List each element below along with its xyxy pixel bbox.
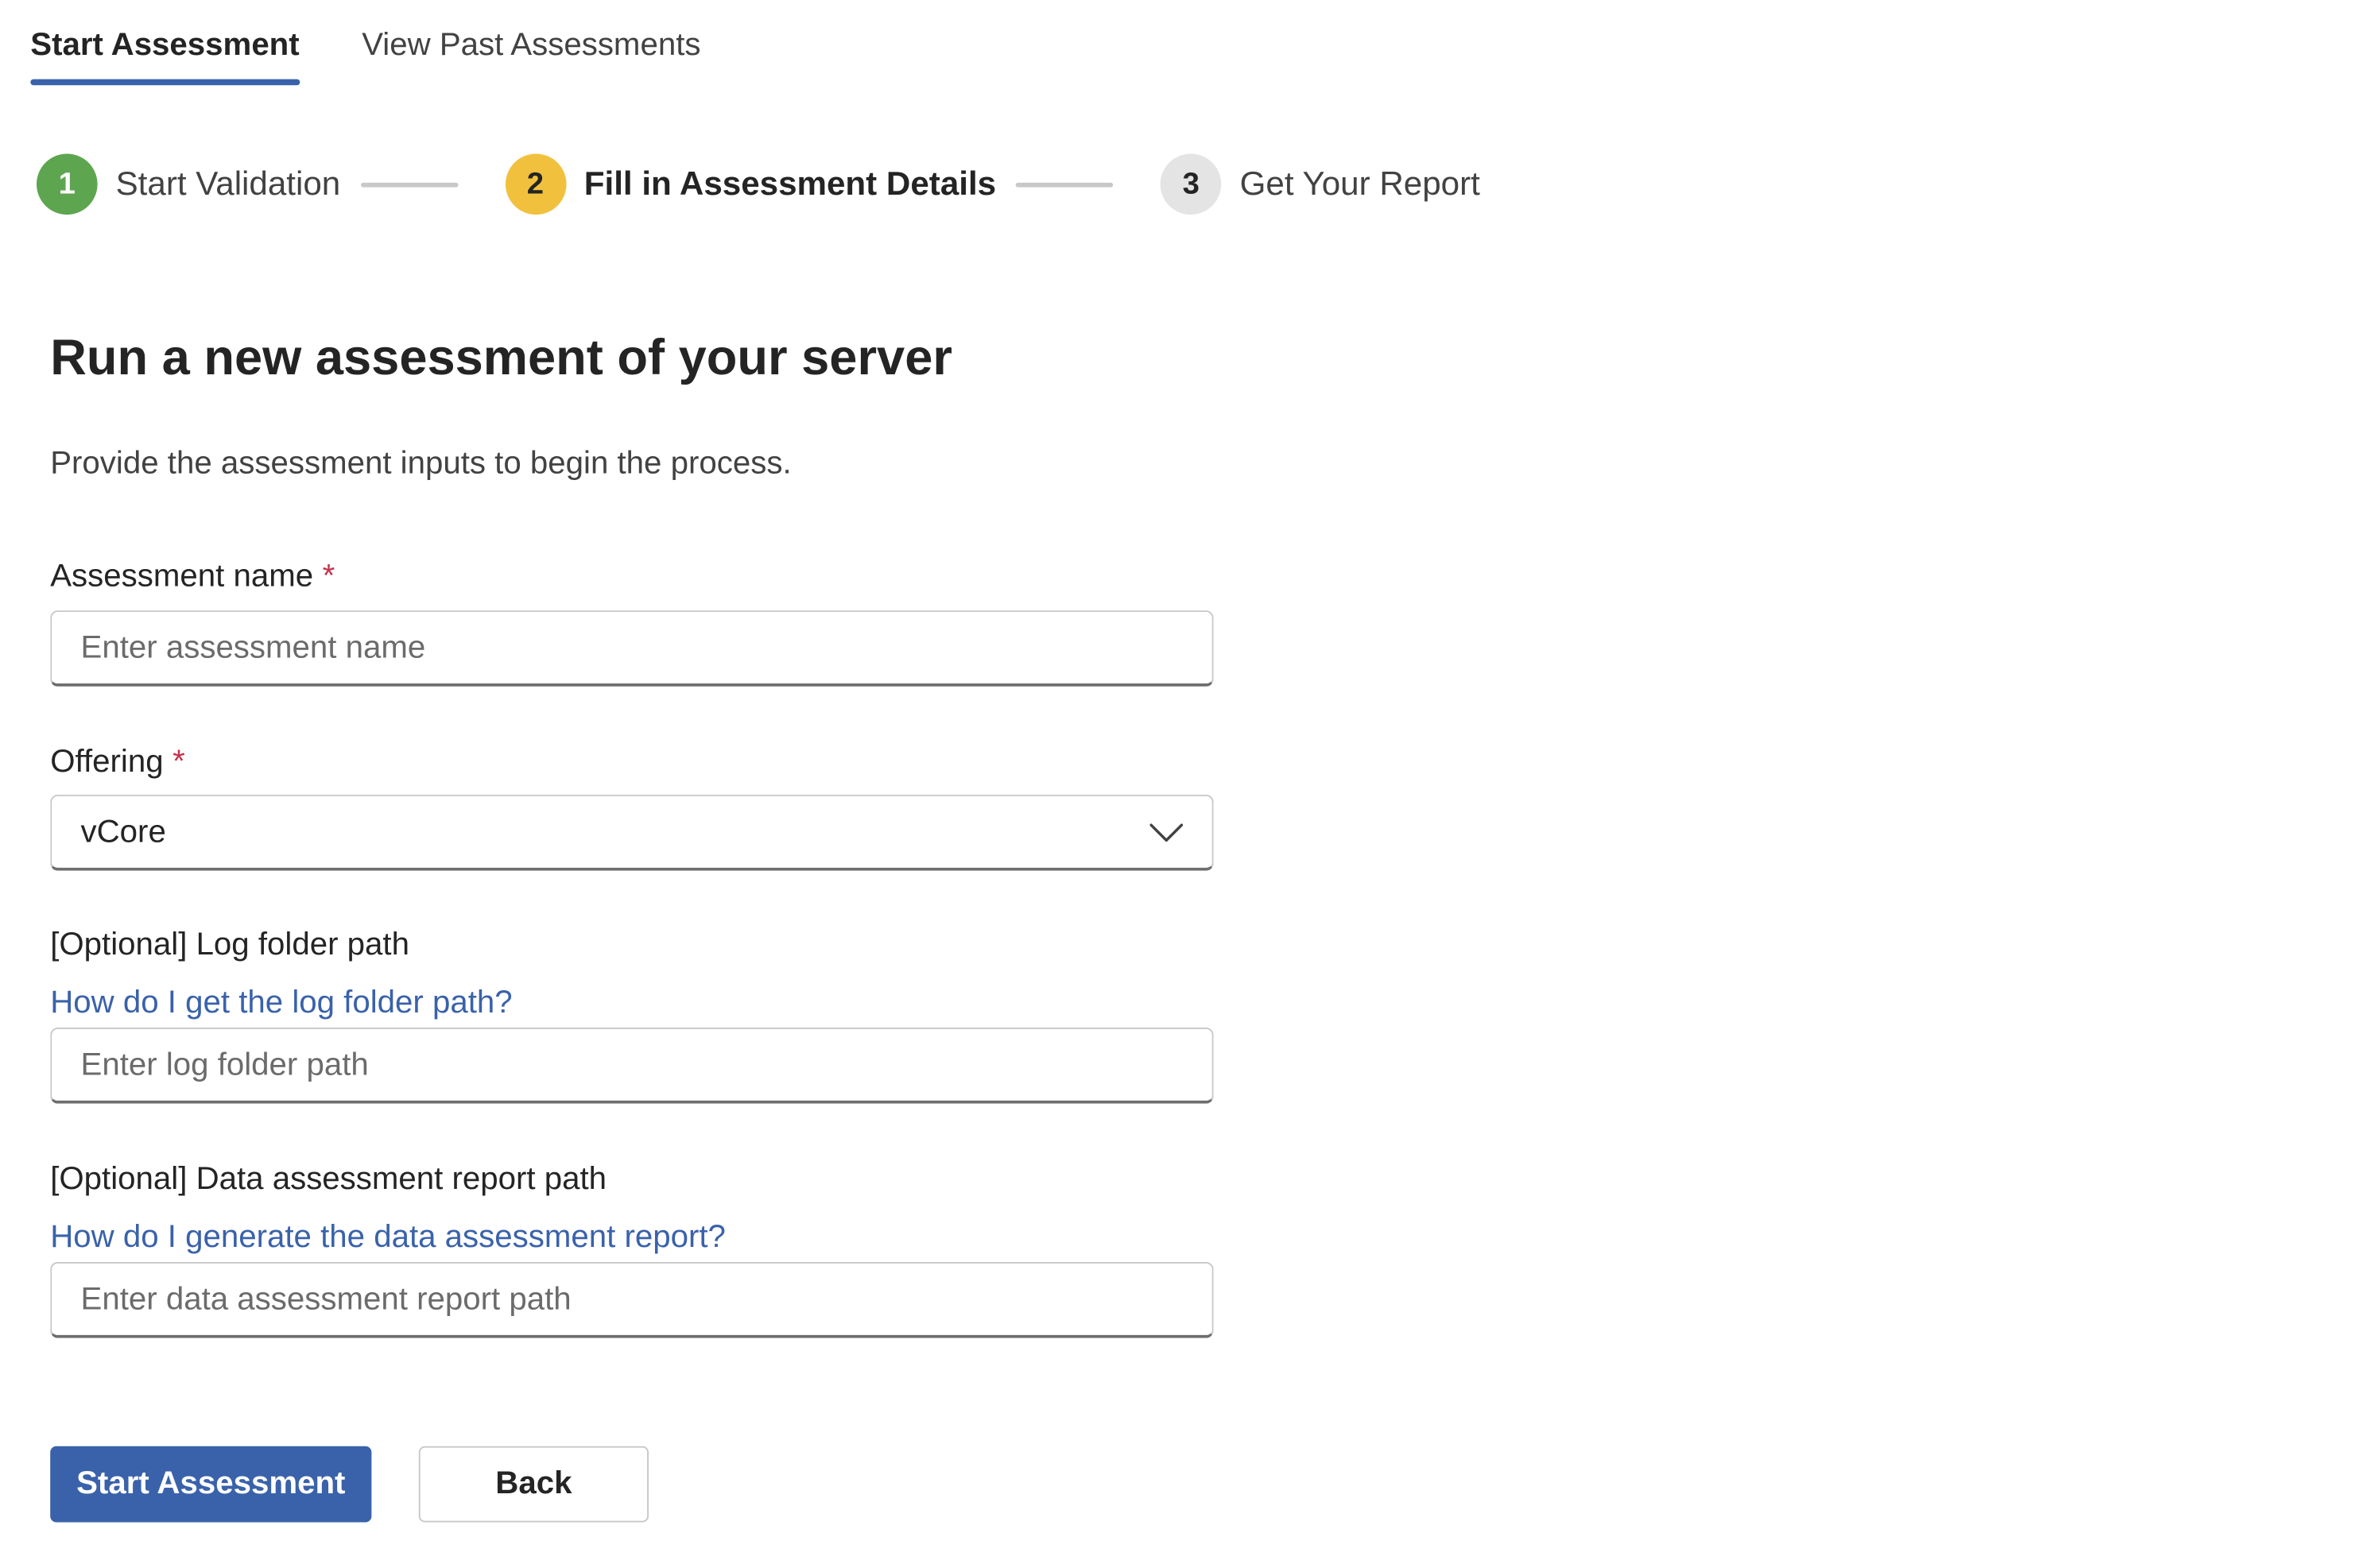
step-connector xyxy=(360,182,458,187)
page-subtitle: Provide the assessment inputs to begin t… xyxy=(50,446,791,482)
step-2-label: Fill in Assessment Details xyxy=(584,165,996,204)
required-mark: * xyxy=(172,745,185,780)
progress-stepper: 1 Start Validation 2 Fill in Assessment … xyxy=(37,153,1480,215)
data-report-input[interactable] xyxy=(50,1262,1213,1338)
offering-label-text: Offering xyxy=(50,745,163,780)
step-1-label: Start Validation xyxy=(116,165,341,204)
tab-view-past-assessments[interactable]: View Past Assessments xyxy=(362,27,700,85)
page-title: Run a new assessment of your server xyxy=(50,329,952,387)
step-connector xyxy=(1016,182,1114,187)
step-get-report: 3 Get Your Report xyxy=(1161,153,1480,215)
step-2-badge: 2 xyxy=(505,153,566,215)
assessment-page: Start Assessment View Past Assessments 1… xyxy=(0,0,2380,1563)
data-report-help-link[interactable]: How do I generate the data assessment re… xyxy=(50,1219,726,1256)
step-start-validation: 1 Start Validation xyxy=(37,153,340,215)
assessment-name-label: Assessment name * xyxy=(50,559,335,595)
step-3-label: Get Your Report xyxy=(1240,165,1480,204)
tab-bar: Start Assessment View Past Assessments xyxy=(30,27,700,85)
chevron-down-icon xyxy=(1149,821,1183,842)
step-3-badge: 3 xyxy=(1161,153,1222,215)
offering-dropdown[interactable]: vCore xyxy=(50,795,1213,871)
log-folder-help-link[interactable]: How do I get the log folder path? xyxy=(50,985,512,1021)
assessment-name-input[interactable] xyxy=(50,610,1213,687)
assessment-name-label-text: Assessment name xyxy=(50,559,313,594)
data-report-label: [Optional] Data assessment report path xyxy=(50,1162,607,1198)
offering-label: Offering * xyxy=(50,745,185,781)
tab-start-assessment[interactable]: Start Assessment xyxy=(30,27,299,85)
step-1-badge: 1 xyxy=(37,153,98,215)
log-folder-label: [Optional] Log folder path xyxy=(50,927,409,964)
required-mark: * xyxy=(323,559,335,594)
step-fill-details: 2 Fill in Assessment Details xyxy=(505,153,996,215)
offering-selected-value: vCore xyxy=(81,814,166,850)
back-button[interactable]: Back xyxy=(419,1446,649,1523)
log-folder-input[interactable] xyxy=(50,1028,1213,1104)
start-assessment-button[interactable]: Start Assessment xyxy=(50,1446,371,1523)
